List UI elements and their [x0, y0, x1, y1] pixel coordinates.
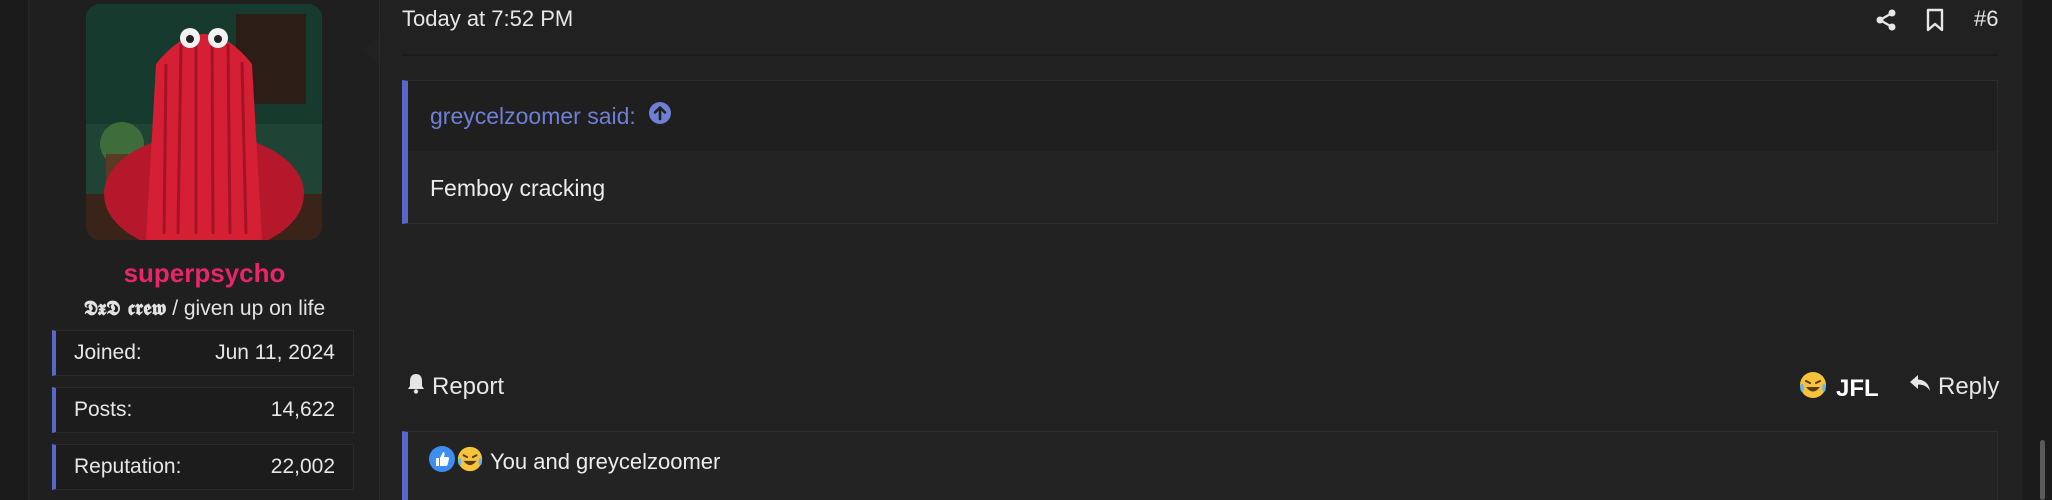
bookmark-icon[interactable]: [1925, 8, 1945, 37]
header-divider: [402, 54, 1998, 56]
report-button[interactable]: Report: [406, 372, 504, 401]
quote-header: greycelzoomer said:: [408, 81, 1997, 151]
quote-text: Femboy cracking: [430, 175, 606, 201]
user-title: 𝕯𝖝𝕯 𝖈𝖗𝖊𝖜 / given up on life: [30, 295, 379, 321]
stat-value: 22,002: [270, 455, 335, 478]
stat-label: Posts:: [74, 398, 133, 421]
user-title-text: / given up on life: [166, 297, 326, 320]
stat-posts: Posts: 14,622: [52, 387, 354, 433]
jfl-label: JFL: [1836, 374, 1879, 402]
reply-arrow-icon: [1908, 372, 1932, 401]
quote-block: greycelzoomer said: Femboy cracking: [402, 80, 1998, 224]
reaction-icons: [428, 445, 484, 479]
reply-label: Reply: [1938, 372, 2000, 400]
jfl-reaction-button[interactable]: JFL: [1798, 370, 1879, 407]
username[interactable]: superpsycho: [30, 258, 379, 289]
thumbs-up-icon: [428, 445, 456, 479]
laughing-crying-emoji-icon: [456, 445, 484, 479]
stat-label: Joined:: [74, 341, 142, 364]
quote-author-link[interactable]: greycelzoomer said:: [430, 103, 636, 130]
share-icon[interactable]: [1874, 8, 1898, 37]
stat-value: 14,622: [270, 398, 335, 421]
post-number[interactable]: #6: [1974, 6, 1998, 32]
stat-reputation: Reputation: 22,002: [52, 444, 354, 490]
message-pointer: [362, 36, 379, 64]
stat-label: Reputation:: [74, 455, 182, 478]
avatar[interactable]: [86, 4, 322, 240]
report-label: Report: [432, 372, 505, 400]
post-date[interactable]: Today at 7:52 PM: [402, 6, 573, 32]
bell-icon: [406, 372, 426, 401]
page-margin: [0, 0, 30, 500]
avatar-image: [86, 4, 322, 240]
reply-button[interactable]: Reply: [1908, 372, 1999, 401]
user-title-crew: 𝕯𝖝𝕯 𝖈𝖗𝖊𝖜: [83, 295, 167, 320]
arrow-up-circle-icon[interactable]: [648, 101, 672, 131]
reactions-bar[interactable]: You and greycelzoomer: [402, 431, 1998, 500]
reactions-text: You and greycelzoomer: [490, 449, 721, 474]
stat-value: Jun 11, 2024: [215, 341, 335, 364]
laughing-crying-emoji-icon: [1798, 370, 1828, 407]
scrollbar-thumb[interactable]: [2040, 440, 2045, 500]
stat-joined: Joined: Jun 11, 2024: [52, 330, 354, 376]
